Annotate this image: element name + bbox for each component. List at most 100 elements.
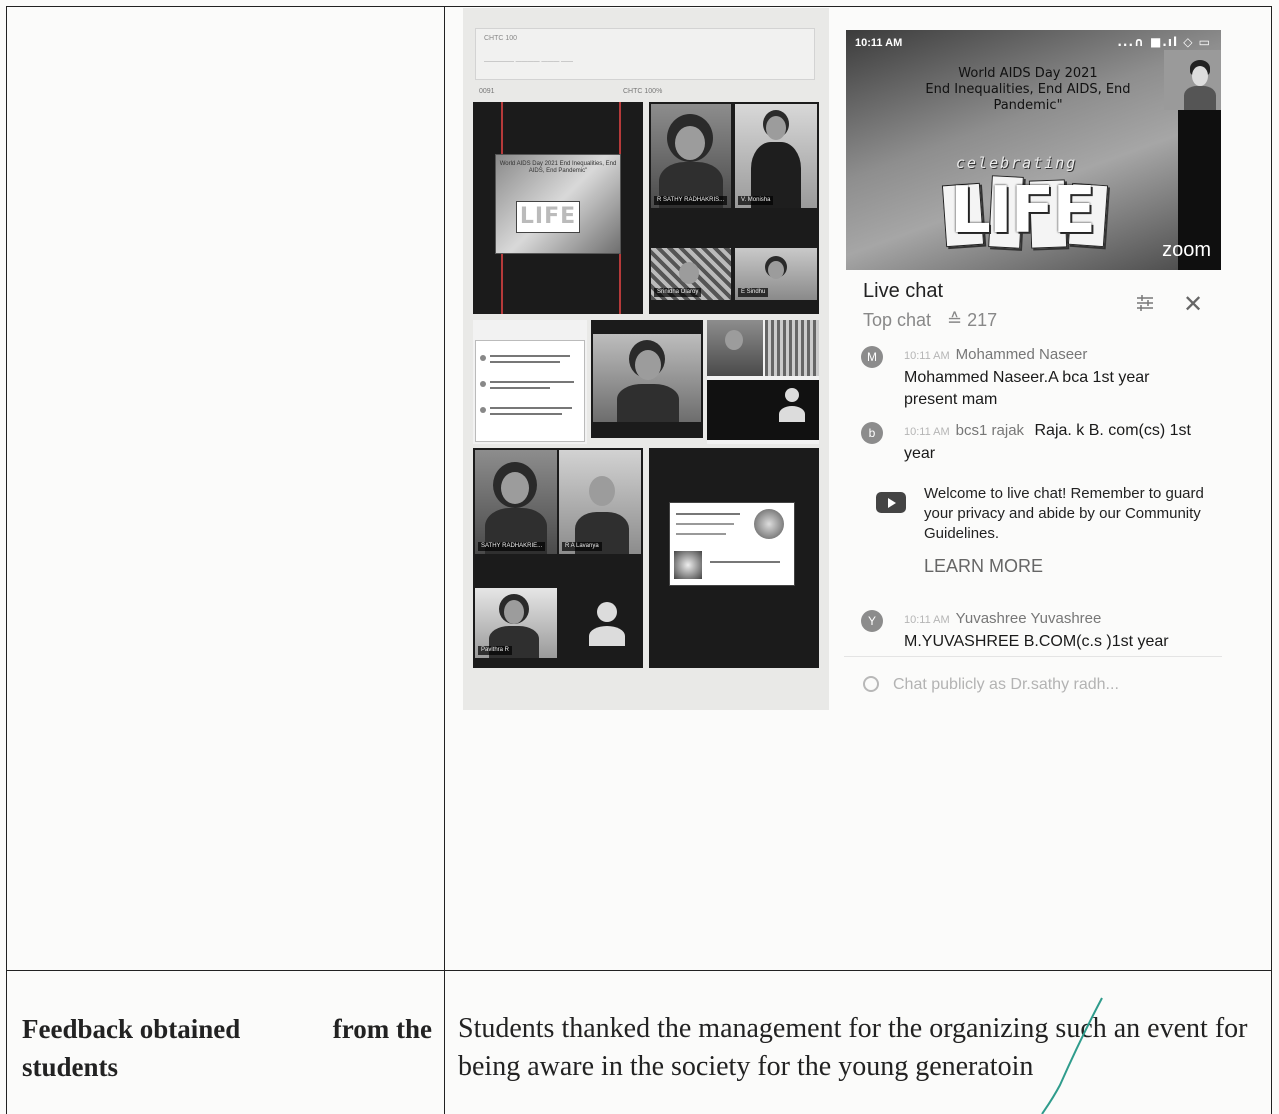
mini-chat-line [490,361,560,363]
participant-video: SATHY RADHAKRIE... [475,450,557,554]
participant-name-tag: SATHY RADHAKRIE... [478,542,546,551]
chat-time: 10:11 AM [904,426,950,438]
participant-video [707,320,763,376]
mini-slide-title: World AIDS Day 2021 End Inequalities, En… [499,161,617,174]
mini-chat-avatar [480,355,486,361]
avatar-body-shape [589,626,625,646]
chat-message-body: 10:11 AM bcs1 rajak Raja. k B. com(cs) 1s… [904,420,1204,465]
participant-video: R SATHY RADHAKRIS... [651,104,731,208]
feedback-text: Students thanked the management for the … [458,1013,1248,1082]
collage-top-bar: CHTC 100 ————— ———— ——— —— [475,28,815,80]
avatar-head-shape [597,602,617,622]
tile-speaker [591,320,703,438]
live-video-player[interactable]: 10:11 AM ...∩ ■.ıl ◇ ▭ World AIDS Day 20… [846,30,1221,270]
chat-author: Yuvashree Yuvashree [955,610,1102,627]
chat-text: Mohammed Naseer.A bca 1st year present m… [904,369,1150,408]
info-slide-line [676,533,726,535]
video-title-line: World AIDS Day 2021 [958,66,1098,81]
participant-face [675,126,705,160]
presenter-body [1184,86,1216,110]
chat-author: bcs1 rajak [955,422,1025,439]
table-border-top [6,6,1272,7]
youtube-live-screenshot: 10:11 AM ...∩ ■.ıl ◇ ▭ World AIDS Day 20… [840,26,1228,716]
presenter-thumbnail [1164,50,1221,110]
participant-video: Pavithra R [475,588,557,658]
participant-name-tag: V. Monisha [738,196,774,205]
mini-chat-line [490,355,570,357]
virus-graphic-icon [754,509,784,539]
chat-time: 10:11 AM [904,350,950,362]
info-slide [669,502,795,586]
mini-chat-line [490,387,550,389]
participant-face [504,600,524,624]
collage-top-bar-subtext: ————— ———— ——— —— [484,59,574,65]
mini-chat-line [490,381,574,383]
mini-slide-life: LIFE [516,201,580,233]
table-border-right [1271,6,1272,1114]
tile-chat-screenshot [473,320,587,444]
participant-face [766,116,786,140]
participant-face [725,330,743,350]
avatar-head-shape [785,388,799,402]
chat-text: M.YUVASHREE B.COM(c.s )1st year [904,633,1169,650]
live-chat-title: Live chat [863,280,944,302]
mini-live-chat [475,340,585,442]
top-chat-label[interactable]: Top chat [863,310,931,330]
participant-face [768,261,784,279]
chat-message-body: 10:11 AM Yuvashree Yuvashree M.YUVASHREE … [904,608,1204,653]
video-life-text: LIFE [950,174,1096,248]
chat-avatar: Y [861,610,883,632]
video-title-line: End Inequalities, End AIDS, End [925,82,1131,97]
emoji-icon[interactable] [863,676,879,692]
video-slide-title: World AIDS Day 2021 End Inequalities, En… [908,66,1148,114]
viewer-count: ≙ 217 [947,310,998,330]
mini-slide: World AIDS Day 2021 End Inequalities, En… [495,154,621,254]
feedback-label-part: Feedback obtained [22,1014,241,1044]
participant-face [679,262,699,284]
participant-face [501,472,529,504]
participant-avatar-icon [587,600,627,650]
chat-mode-selector[interactable]: Top chat ≙ 217 [863,310,997,331]
learn-more-link[interactable]: LEARN MORE [924,556,1043,577]
chat-input-divider [844,656,1222,657]
chat-input-field[interactable]: Chat publicly as Dr.sathy radh... [863,676,1119,694]
virus-graphic-icon [674,551,702,579]
table-column-divider [444,6,445,1114]
participant-video [593,334,701,422]
chat-avatar: b [861,422,883,444]
feedback-label-part: from the [332,1014,432,1044]
video-life-graphic: LIFE [938,170,1109,260]
close-icon[interactable]: ✕ [1183,292,1203,316]
info-slide-line [676,523,734,525]
video-title-line: Pandemic" [993,98,1063,113]
presenter-face [1192,66,1208,86]
collage-strip-right: CHTC 100% [623,88,663,95]
participant-name-tag: Srinidha Olaroy [654,288,702,297]
info-slide-line [710,561,780,563]
chat-time: 10:11 AM [904,614,950,626]
tile-info-slide [649,448,819,668]
participant-name-tag: R SATHY RADHAKRIS... [654,196,728,205]
chat-author: Mohammed Naseer [955,346,1088,363]
participant-video: V. Monisha [735,104,817,208]
participant-video: E Sindhu [735,248,817,300]
tile-participants-grid-2: SATHY RADHAKRIE... R A Lavanya Pavithra … [473,448,643,668]
info-slide-line [676,513,740,515]
zoom-meeting-collage: CHTC 100 ————— ———— ——— —— 0091 CHTC 100… [463,8,829,710]
filter-sliders-icon[interactable] [1135,294,1155,312]
participant-face [589,476,615,506]
avatar-body-shape [779,406,805,422]
mini-chat-line [490,407,572,409]
feedback-label: Feedback obtained from the students [22,1010,432,1086]
participant-video: Srinidha Olaroy [651,248,731,300]
collage-strip: 0091 CHTC 100% [473,88,819,100]
participant-name-tag: R A Lavanya [562,542,602,551]
participant-body [617,384,679,422]
participant-video: R A Lavanya [559,450,641,554]
welcome-text: Welcome to live chat! Remember to guard … [924,485,1204,542]
chat-avatar: M [861,346,883,368]
participant-name-tag: E Sindhu [738,288,769,297]
status-bar-time: 10:11 AM [855,37,903,49]
participant-name-tag: Pavithra R [478,646,513,655]
tile-black [707,380,819,440]
